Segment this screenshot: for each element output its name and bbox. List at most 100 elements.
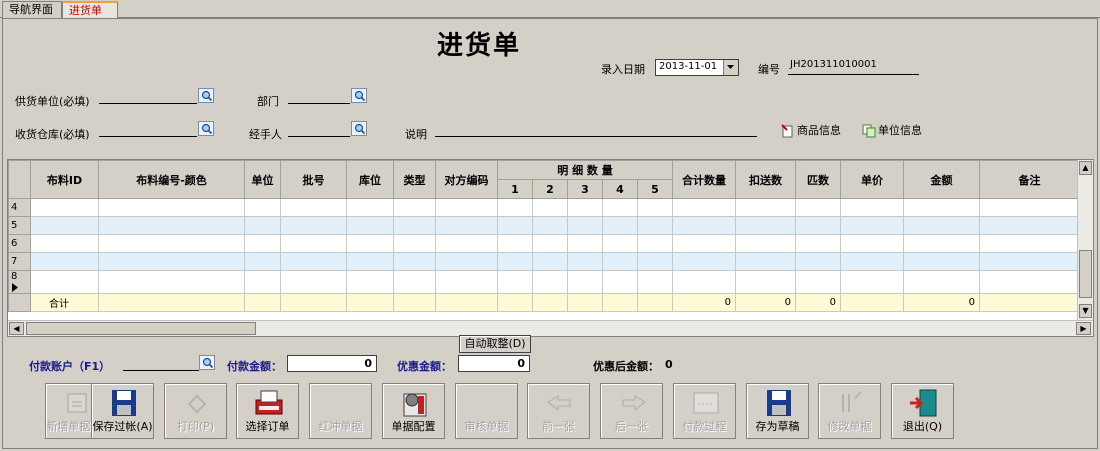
prev-doc-button[interactable]: 前一张 (527, 383, 590, 439)
scroll-right-icon[interactable]: ▶ (1076, 322, 1091, 335)
vertical-scrollbar[interactable]: ▲ ▼ (1077, 160, 1093, 320)
col-detail-qty[interactable]: 明 细 数 量 (497, 160, 673, 180)
handler-field[interactable] (288, 136, 350, 137)
save-draft-button[interactable]: 存为草稿 (746, 383, 809, 439)
floppy-icon (108, 388, 140, 418)
supplier-field[interactable] (99, 103, 197, 104)
warehouse-search-icon[interactable] (198, 121, 214, 136)
sum-row: 合计 0 0 0 0 (8, 293, 1080, 312)
col-detail-3[interactable]: 3 (567, 179, 603, 199)
col-batch[interactable]: 批号 (280, 160, 347, 199)
col-location[interactable]: 库位 (346, 160, 394, 199)
entry-date-picker[interactable]: 2013-11-01 (655, 59, 739, 76)
col-discount-qty[interactable]: 扣送数 (735, 160, 796, 199)
row-header-corner (8, 160, 31, 199)
save-draft-label: 存为草稿 (755, 420, 800, 433)
col-detail-5[interactable]: 5 (637, 179, 673, 199)
doc-config-label: 单据配置 (391, 420, 436, 433)
red-reverse-button[interactable]: 红冲单据 (309, 383, 372, 439)
modify-doc-button[interactable]: 修改单据 (818, 383, 881, 439)
handler-label: 经手人 (249, 128, 282, 141)
code-value: JH201311010001 (790, 59, 877, 70)
department-field[interactable] (288, 103, 350, 104)
save-post-button[interactable]: 保存过帐(A) (91, 383, 154, 439)
col-type[interactable]: 类型 (393, 160, 436, 199)
handler-search-icon[interactable] (351, 121, 367, 136)
floppy-icon (763, 388, 795, 418)
table-row[interactable]: 6 (8, 234, 1080, 253)
col-total-qty[interactable]: 合计数量 (672, 160, 736, 199)
prev-hand-icon (544, 388, 576, 418)
row-number: 7 (8, 252, 31, 271)
select-order-button[interactable]: 选择订单 (236, 383, 299, 439)
goods-info-icon (781, 124, 793, 138)
scroll-up-icon[interactable]: ▲ (1079, 161, 1092, 175)
horizontal-scrollbar[interactable]: ◀ ▶ (8, 320, 1093, 336)
payment-account-label: 付款账户（F1） (29, 360, 111, 373)
scroll-down-icon[interactable]: ▼ (1079, 304, 1092, 318)
goods-info-label: 商品信息 (797, 124, 841, 137)
audit-doc-label: 审核单据 (464, 420, 509, 433)
save-post-label: 保存过帐(A) (92, 420, 153, 433)
table-row[interactable]: 5 (8, 216, 1080, 235)
col-bolts[interactable]: 匹数 (795, 160, 841, 199)
new-doc-icon (62, 388, 94, 418)
config-icon (399, 388, 431, 418)
payment-account-field[interactable] (123, 370, 199, 371)
tab-navigation[interactable]: 导航界面 (2, 1, 62, 18)
next-doc-button[interactable]: 后一张 (600, 383, 663, 439)
department-search-icon[interactable] (351, 88, 367, 103)
auto-round-button[interactable]: 自动取整(D) (459, 335, 531, 353)
table-row[interactable]: 7 (8, 252, 1080, 271)
purchase-form-panel: 进货单 录入日期 2013-11-01 编号 JH201311010001 供货… (2, 18, 1098, 449)
select-order-label: 选择订单 (245, 420, 290, 433)
unit-info-link[interactable]: 单位信息 (862, 122, 922, 138)
col-unit-price[interactable]: 单价 (840, 160, 904, 199)
sum-total-qty: 0 (672, 293, 736, 312)
tab-strip: 导航界面 进货单 (0, 0, 1100, 18)
table-row[interactable]: 8 (8, 270, 1080, 294)
sum-discount-qty: 0 (735, 293, 796, 312)
warehouse-field[interactable] (99, 136, 197, 137)
print-label: 打印(P) (176, 420, 215, 433)
note-field[interactable] (435, 136, 757, 137)
horizontal-scroll-thumb[interactable] (26, 322, 256, 335)
note-label: 说明 (405, 128, 427, 141)
scroll-left-icon[interactable]: ◀ (9, 322, 24, 335)
next-hand-icon (617, 388, 649, 418)
payment-amount-input[interactable]: 0 (287, 355, 377, 372)
supplier-search-icon[interactable] (198, 88, 214, 103)
vertical-scroll-thumb[interactable] (1079, 250, 1092, 298)
sum-bolts: 0 (795, 293, 841, 312)
unit-info-label: 单位信息 (878, 124, 922, 137)
entry-date-label: 录入日期 (601, 63, 645, 76)
items-grid[interactable]: 布料ID 布料编号-颜色 单位 批号 库位 类型 对方编码 明 细 数 量 合计… (7, 159, 1094, 337)
audit-doc-button[interactable]: 审核单据 (455, 383, 518, 439)
col-detail-2[interactable]: 2 (532, 179, 568, 199)
col-amount[interactable]: 金额 (903, 160, 980, 199)
col-fabric-code[interactable]: 布料编号-颜色 (98, 160, 245, 199)
col-detail-4[interactable]: 4 (602, 179, 638, 199)
after-discount-label: 优惠后金额： (593, 360, 659, 373)
print-button[interactable]: 打印(P) (164, 383, 227, 439)
col-fabric-id[interactable]: 布料ID (30, 160, 99, 199)
row-number-current: 8 (8, 270, 31, 294)
tab-purchase-order[interactable]: 进货单 (62, 1, 118, 18)
payment-account-search-icon[interactable] (199, 355, 215, 370)
chevron-down-icon[interactable] (723, 60, 738, 75)
doc-config-button[interactable]: 单据配置 (382, 383, 445, 439)
exit-door-icon (908, 388, 940, 418)
payment-process-label: 付款过程 (682, 420, 727, 433)
payment-process-button[interactable]: 付款过程 (673, 383, 736, 439)
col-remark[interactable]: 备注 (979, 160, 1080, 199)
col-counter-code[interactable]: 对方编码 (435, 160, 498, 199)
discount-amount-input[interactable]: 0 (458, 355, 530, 372)
col-detail-1[interactable]: 1 (497, 179, 533, 199)
goods-info-link[interactable]: 商品信息 (781, 122, 841, 138)
printer-icon (181, 388, 213, 418)
select-order-icon (253, 388, 285, 418)
table-row[interactable]: 4 (8, 198, 1080, 217)
exit-button[interactable]: 退出(Q) (891, 383, 954, 439)
col-unit[interactable]: 单位 (244, 160, 281, 199)
unit-info-icon (862, 124, 876, 138)
